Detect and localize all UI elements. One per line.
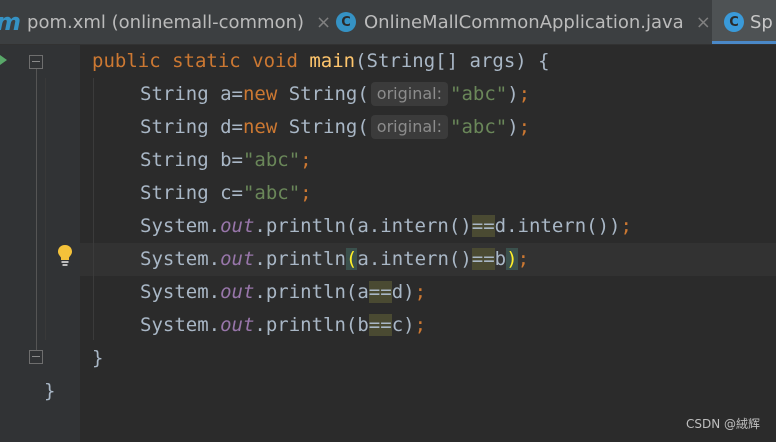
code-text: String a= — [140, 83, 243, 105]
operator-highlight: == — [471, 248, 495, 270]
code-line-3[interactable]: String d=new String(original: "abc"); — [0, 111, 776, 144]
code-text: System. — [140, 248, 221, 270]
close-icon[interactable]: × — [696, 12, 711, 33]
semicolon: ; — [300, 182, 312, 204]
spring-class-icon: C — [724, 12, 744, 32]
static-field: out — [220, 215, 255, 237]
parameter-hint: original: — [370, 115, 448, 139]
operator-highlight: == — [368, 314, 392, 336]
tab-active-spring-class[interactable]: C Sp — [712, 0, 776, 44]
semicolon: ; — [518, 83, 531, 105]
semicolon: ; — [518, 116, 531, 138]
closing-brace: } — [92, 347, 104, 369]
code-line-2[interactable]: String a=new String(original: "abc"); — [0, 78, 776, 111]
matched-paren-open: ( — [345, 248, 358, 270]
code-text: ) — [507, 83, 519, 105]
static-field: out — [220, 248, 255, 270]
parameter-hint: original: — [370, 82, 448, 106]
semicolon: ; — [414, 314, 427, 336]
code-text: d.intern()) — [494, 215, 621, 237]
matched-paren-close: ) — [506, 248, 518, 270]
code-text: String d= — [140, 116, 243, 138]
code-text: .println(a — [254, 281, 369, 303]
code-text: a.intern() — [357, 248, 472, 270]
semicolon: ; — [300, 149, 312, 171]
code-text: d) — [391, 281, 415, 303]
keywords: public static void — [92, 50, 310, 72]
code-line-5[interactable]: String c="abc"; — [0, 177, 776, 210]
close-icon[interactable]: × — [316, 12, 331, 33]
code-line-10[interactable]: } — [0, 342, 776, 375]
class-c-icon: C — [336, 12, 356, 32]
code-text: String b= — [140, 149, 243, 171]
code-line-1[interactable]: public static void main(String[] args) { — [0, 45, 776, 78]
code-text: .println(b — [254, 314, 369, 336]
semicolon: ; — [517, 248, 530, 270]
code-text: String( — [277, 116, 369, 138]
code-text: System. — [140, 215, 221, 237]
keyword-new: new — [242, 116, 278, 138]
tab-label: Sp — [750, 11, 773, 33]
method-name: main — [309, 50, 356, 72]
operator-highlight: == — [368, 281, 392, 303]
method-params: (String[] args) { — [355, 50, 550, 72]
maven-m-icon: m — [0, 8, 21, 36]
code-line-8[interactable]: System.out.println(a==d); — [0, 276, 776, 309]
code-text: b — [494, 248, 507, 270]
operator-highlight: == — [471, 215, 495, 237]
code-line-7[interactable]: System.out.println(a.intern()==b); — [0, 243, 776, 276]
semicolon: ; — [620, 215, 632, 237]
code-text: System. — [140, 314, 221, 336]
code-line-11[interactable]: } — [0, 375, 776, 408]
code-text: .println(a.intern() — [254, 215, 472, 237]
code-text: c) — [391, 314, 415, 336]
closing-brace: } — [44, 380, 56, 402]
watermark: CSDN @絨辉 — [685, 417, 760, 431]
code-text: .println — [254, 248, 346, 270]
string-literal: "abc" — [242, 149, 301, 171]
tab-pom-xml[interactable]: m pom.xml (onlinemall-common) × — [0, 0, 331, 44]
string-literal: "abc" — [450, 116, 508, 138]
tab-label: OnlineMallCommonApplication.java — [364, 11, 684, 33]
tab-label: pom.xml (onlinemall-common) — [27, 11, 305, 33]
code-line-9[interactable]: System.out.println(b==c); — [0, 309, 776, 342]
code-text: String( — [277, 83, 369, 105]
tab-onlinemall-common-application[interactable]: C OnlineMallCommonApplication.java × — [336, 0, 711, 44]
code-text: System. — [140, 281, 221, 303]
editor-tab-bar: m pom.xml (onlinemall-common) × C Online… — [0, 0, 776, 45]
string-literal: "abc" — [242, 182, 301, 204]
static-field: out — [220, 314, 255, 336]
code-line-6[interactable]: System.out.println(a.intern()==d.intern(… — [0, 210, 776, 243]
static-field: out — [220, 281, 255, 303]
semicolon: ; — [414, 281, 427, 303]
code-text: String c= — [140, 182, 243, 204]
string-literal: "abc" — [450, 83, 508, 105]
code-line-4[interactable]: String b="abc"; — [0, 144, 776, 177]
code-text: ) — [507, 116, 519, 138]
keyword-new: new — [242, 83, 278, 105]
